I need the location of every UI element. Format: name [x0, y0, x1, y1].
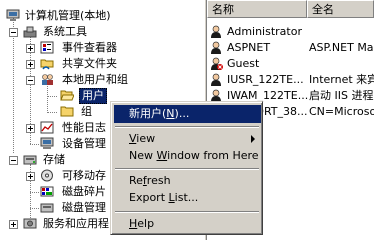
collapse-icon[interactable]	[9, 28, 18, 37]
menu-item-new-user[interactable]: 新用户(N)...	[114, 105, 261, 123]
tree-label: 本地用户和组	[62, 73, 128, 86]
tree-node-system-tools[interactable]: 系统工具	[0, 24, 200, 40]
menu-item-export-list[interactable]: Export List...	[114, 189, 261, 207]
tree-label: 磁盘管理	[62, 201, 106, 214]
menu-separator	[115, 211, 259, 213]
menu-item-label: )...	[174, 107, 190, 120]
user-name: Administrator	[227, 25, 302, 38]
tree-label: 设备管理	[62, 137, 106, 150]
user-fullname: CN=Microsoft	[309, 105, 374, 118]
user-fullname: Internet 来宾	[309, 73, 374, 86]
tree-label: 可移动存	[62, 169, 106, 182]
services-icon	[23, 217, 37, 230]
menu-item-new-window[interactable]: New Window from Here	[114, 147, 261, 165]
perf-logs-icon	[40, 121, 54, 134]
tree-label: 组	[81, 105, 92, 118]
menu-item-label: indow from Here	[167, 149, 259, 162]
expand-icon[interactable]	[26, 124, 35, 133]
menu-accel-key: W	[156, 149, 168, 162]
menu-item-label: 新用户(	[129, 107, 167, 120]
shared-folder-icon	[40, 57, 54, 70]
tree-node-root[interactable]: 计算机管理(本地)	[0, 8, 200, 24]
expand-icon[interactable]	[9, 220, 18, 229]
expand-icon[interactable]	[26, 172, 35, 181]
user-name: Guest	[227, 57, 260, 70]
user-icon	[209, 41, 224, 55]
expand-icon[interactable]	[26, 60, 35, 69]
removable-storage-icon	[40, 169, 54, 182]
folder-open-icon	[60, 89, 75, 102]
menu-item-view[interactable]: View	[114, 130, 261, 148]
menu-item-help[interactable]: Help	[114, 215, 261, 233]
tree-node-local-users[interactable]: 本地用户和组	[0, 72, 200, 88]
users-groups-icon	[40, 73, 54, 86]
tree-line	[30, 144, 39, 145]
submenu-arrow-icon	[251, 135, 255, 143]
user-fullname: ASP.NET Mac	[309, 41, 374, 54]
user-fullname: 启动 IIS 进程	[309, 89, 374, 102]
menu-accel-key: N	[166, 107, 175, 120]
event-viewer-icon	[40, 41, 54, 54]
defrag-icon	[40, 185, 54, 198]
menu-item-refresh[interactable]: ReFresh	[114, 172, 261, 190]
menu-separator	[115, 168, 259, 170]
tree-line	[47, 96, 57, 97]
tree-label: 服务和应用程	[43, 217, 109, 230]
list-item[interactable]: Guest	[207, 56, 374, 72]
menu-item-label: Export	[129, 191, 169, 204]
tree-label: 磁盘碎片	[62, 185, 106, 198]
tree-line	[30, 208, 39, 209]
menu-item-label: resh	[146, 174, 171, 187]
tree-label-selected: 用户	[79, 88, 107, 104]
computer-icon	[6, 9, 20, 22]
user-name: ASPNET	[227, 41, 271, 54]
menu-item-label: ist...	[174, 191, 199, 204]
tree-label: 共享文件夹	[62, 57, 117, 70]
user-icon	[209, 73, 224, 87]
list-item[interactable]: ASPNET ASP.NET Mac	[207, 40, 374, 56]
tree-label: 系统工具	[43, 25, 87, 38]
menu-item-label: New	[129, 149, 157, 162]
device-manager-icon	[40, 137, 54, 150]
menu-item-label: iew	[136, 132, 156, 145]
tree-label: 存储	[43, 153, 65, 166]
tree-node-event-viewer[interactable]: 事件查看器	[0, 40, 200, 56]
list-item[interactable]: IUSR_122TE... Internet 来宾	[207, 72, 374, 88]
folder-icon	[60, 105, 74, 118]
storage-icon	[23, 153, 37, 166]
context-menu: 新用户(N)... View New Window from Here ReFr…	[110, 101, 263, 235]
expand-icon[interactable]	[26, 44, 35, 53]
menu-item-label: elp	[137, 217, 155, 230]
tree-line	[30, 192, 39, 193]
menu-separator	[115, 126, 259, 128]
user-disabled-icon	[209, 57, 224, 71]
tree-label: 性能日志	[62, 121, 106, 134]
tree-line	[47, 112, 57, 113]
tools-icon	[23, 25, 37, 38]
column-header-name[interactable]: 名称	[207, 0, 307, 18]
list-item[interactable]: Administrator	[207, 24, 374, 40]
user-icon	[209, 25, 224, 39]
menu-item-label: Re	[129, 174, 143, 187]
tree-label: 计算机管理(本地)	[25, 9, 111, 22]
tree-label: 事件查看器	[62, 41, 117, 54]
collapse-icon[interactable]	[9, 156, 18, 165]
collapse-icon[interactable]	[26, 76, 35, 85]
column-header-fullname[interactable]: 全名	[307, 0, 374, 18]
disk-management-icon	[40, 201, 54, 214]
user-name: IUSR_122TE...	[227, 73, 304, 86]
tree-node-shared-folders[interactable]: 共享文件夹	[0, 56, 200, 72]
